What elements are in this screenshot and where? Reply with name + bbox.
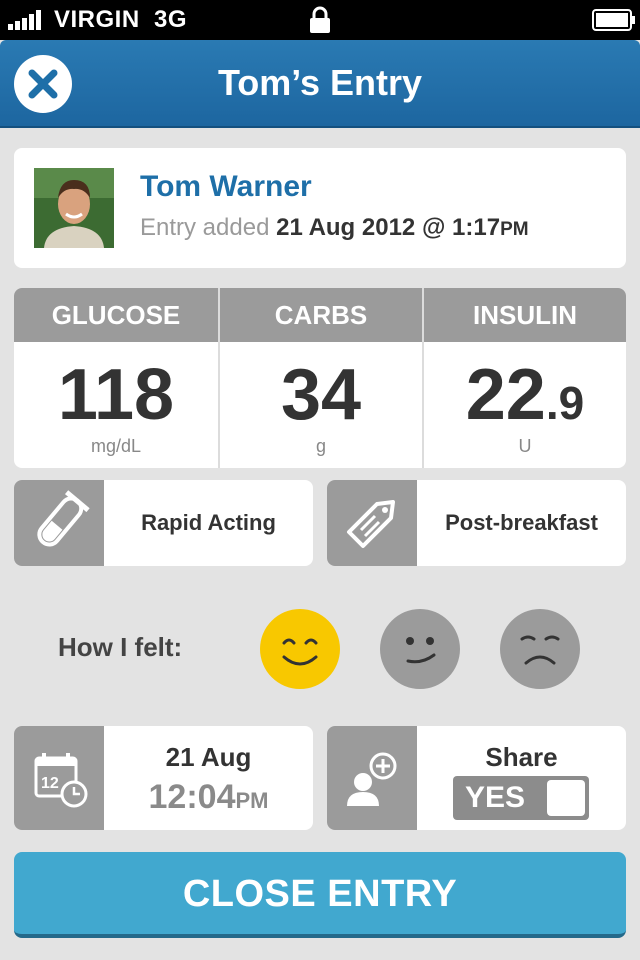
tag-icon [347, 500, 395, 548]
header-bar: Tom’s Entry [0, 40, 640, 128]
test-tube-icon [37, 490, 90, 547]
close-entry-button[interactable]: CLOSE ENTRY [14, 852, 626, 938]
calendar-clock-icon: 12 [34, 753, 88, 808]
entry-date: 21 Aug [165, 742, 252, 772]
share-tile: Share YES [327, 726, 626, 830]
status-bar: VIRGIN 3G [0, 0, 640, 40]
battery-icon [592, 9, 635, 31]
profile-card: Tom Warner Entry added 21 Aug 2012 @ 1:1… [14, 148, 626, 268]
mood-label: How I felt: [58, 632, 183, 662]
sad-face-icon [520, 635, 560, 665]
insulin-stat: INSULIN 22.9 U [424, 288, 626, 468]
insulin-unit: U [518, 436, 532, 456]
avatar [34, 168, 114, 248]
date-time-tile[interactable]: 12 21 Aug 12:04PM [14, 726, 313, 830]
insulin-type-tile[interactable]: Rapid Acting [14, 480, 313, 566]
insulin-label: INSULIN [424, 288, 626, 342]
signal-strength-icon [8, 10, 41, 30]
lock-icon [310, 6, 330, 33]
glucose-label: GLUCOSE [14, 288, 218, 342]
carrier-label: VIRGIN 3G [54, 6, 188, 33]
entry-time: 12:04PM [148, 778, 269, 816]
meal-tag-label: Post-breakfast [445, 510, 598, 535]
svg-text:12: 12 [41, 775, 59, 792]
share-toggle[interactable]: YES [453, 776, 589, 820]
entry-timestamp: Entry added 21 Aug 2012 @ 1:17PM [140, 214, 529, 241]
add-person-icon [347, 752, 397, 806]
happy-face-icon [282, 638, 318, 666]
user-name: Tom Warner [140, 170, 312, 203]
glucose-stat: GLUCOSE 118 mg/dL [14, 288, 218, 468]
meal-tag-tile[interactable]: Post-breakfast [327, 480, 626, 566]
mood-happy-button[interactable] [260, 609, 340, 689]
carbs-value: 34 [280, 355, 362, 435]
insulin-value: 22.9 [465, 355, 585, 435]
share-toggle-value: YES [465, 781, 526, 814]
neutral-face-icon [406, 637, 436, 664]
toggle-knob[interactable] [547, 780, 585, 816]
mood-neutral-button[interactable] [380, 609, 460, 689]
carbs-unit: g [315, 436, 326, 456]
mood-sad-button[interactable] [500, 609, 580, 689]
share-label: Share [485, 742, 558, 772]
stats-panel: GLUCOSE 118 mg/dL CARBS 34 g INSULIN 22.… [14, 288, 626, 468]
glucose-value: 118 [57, 355, 175, 435]
insulin-type-label: Rapid Acting [141, 510, 276, 535]
carbs-stat: CARBS 34 g [220, 288, 422, 468]
glucose-unit: mg/dL [90, 436, 142, 456]
page-title: Tom’s Entry [217, 62, 423, 103]
carbs-label: CARBS [220, 288, 422, 342]
